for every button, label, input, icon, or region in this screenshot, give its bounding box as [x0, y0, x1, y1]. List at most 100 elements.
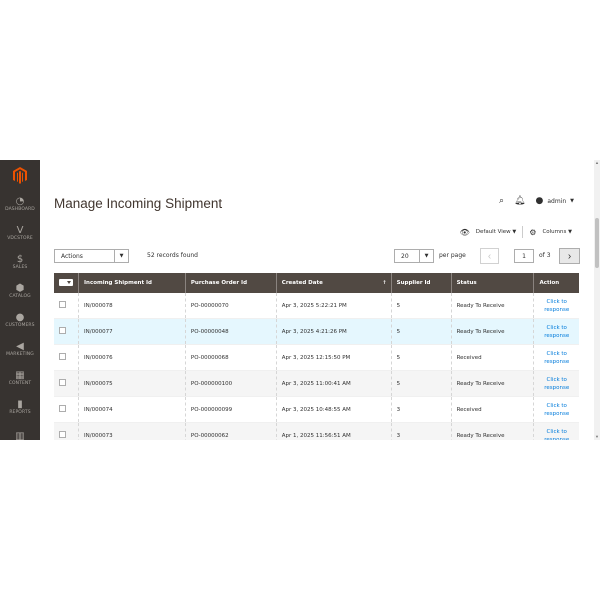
page-title: Manage Incoming Shipment	[54, 196, 223, 211]
cell-status: Received	[450, 344, 534, 371]
cell-supplier-id: 5	[390, 344, 452, 371]
sidebar-item-reports[interactable]: ▮ REPORTS	[0, 393, 40, 422]
actions-select[interactable]: Actions ▼	[54, 249, 129, 263]
cell-status: Received	[450, 396, 534, 423]
sidebar-item-dashboard[interactable]: ◔ DASHBOARD	[0, 190, 40, 219]
column-header-incoming-shipment-id[interactable]: Incoming Shipment Id	[78, 273, 186, 293]
box-icon: ⬢	[15, 283, 25, 294]
sidebar-item-content[interactable]: ▦ CONTENT	[0, 364, 40, 393]
default-view-dropdown[interactable]: Default View ▼	[476, 229, 517, 235]
scrollbar-thumb[interactable]	[595, 218, 599, 268]
records-count: 52 records found	[147, 252, 198, 259]
cell-purchase-order-id: PO-000000099	[184, 396, 277, 423]
cell-shipment-id: IN/000078	[78, 293, 186, 319]
dashboard-icon: ◔	[15, 196, 25, 207]
table-row[interactable]: IN/000075 PO-000000100 Apr 3, 2025 11:00:4…	[54, 370, 579, 397]
shipment-grid: Incoming Shipment Id Purchase Order Id C…	[54, 273, 579, 440]
column-header-status[interactable]: Status	[450, 273, 534, 293]
columns-dropdown[interactable]: Columns ▼	[542, 229, 572, 235]
table-row[interactable]: IN/000078 PO-00000070 Apr 3, 2025 5:22:21 …	[54, 293, 579, 319]
row-checkbox-cell	[54, 293, 79, 319]
eye-icon: 👁︎	[459, 227, 470, 237]
mass-select-checkbox[interactable]	[54, 273, 79, 293]
default-view-label: Default View	[475, 229, 511, 235]
cell-created-date: Apr 3, 2025 10:48:55 AM	[275, 396, 392, 423]
column-header-created-date[interactable]: Created Date ↑	[275, 273, 392, 293]
click-to-response-link[interactable]: Click to response	[533, 293, 579, 319]
magento-logo[interactable]	[0, 160, 40, 190]
user-icon: ●	[15, 312, 25, 323]
chevron-down-icon: ▼	[568, 229, 572, 235]
sidebar-item-marketing[interactable]: ◀ MARKETING	[0, 335, 40, 364]
cell-purchase-order-id: PO-000000100	[184, 370, 277, 397]
actions-label: Actions	[61, 252, 83, 260]
cell-status: Ready To Receive	[450, 370, 534, 397]
cell-purchase-order-id: PO-00000068	[184, 344, 277, 371]
table-row[interactable]: IN/000074 PO-000000099 Apr 3, 2025 10:48:5…	[54, 396, 579, 423]
page-scrollbar[interactable]: ▲ ▼	[594, 160, 600, 440]
click-to-response-link[interactable]: Click to response	[533, 422, 579, 440]
store-icon: ▥	[15, 431, 25, 440]
chevron-down-icon: ▼	[114, 250, 128, 262]
page-total: of 3	[539, 252, 551, 259]
click-to-response-link[interactable]: Click to response	[533, 396, 579, 423]
row-checkbox[interactable]	[59, 327, 66, 334]
cell-created-date: Apr 3, 2025 5:22:21 PM	[275, 293, 392, 319]
row-checkbox-cell	[54, 422, 79, 440]
sort-arrow-icon: ↑	[382, 280, 387, 286]
click-to-response-link[interactable]: Click to response	[533, 344, 579, 371]
bell-icon[interactable]: 🔔︎	[514, 196, 525, 206]
previous-page-button[interactable]: ‹	[480, 248, 499, 264]
row-checkbox-cell	[54, 370, 79, 397]
sidebar-item-label: CONTENT	[8, 381, 32, 386]
next-page-button[interactable]: ›	[559, 248, 580, 264]
divider	[522, 226, 524, 238]
columns-label: Columns	[542, 229, 567, 235]
chevron-down-icon: ▼	[570, 198, 574, 204]
cell-supplier-id: 5	[390, 370, 452, 397]
column-header-supplier-id[interactable]: Supplier Id	[390, 273, 452, 293]
grid-header-row: Incoming Shipment Id Purchase Order Id C…	[54, 273, 579, 293]
sidebar-item-label: DASHBOARD	[5, 207, 35, 212]
row-checkbox[interactable]	[59, 431, 66, 438]
click-to-response-link[interactable]: Click to response	[533, 370, 579, 397]
cell-supplier-id: 3	[390, 422, 452, 440]
sidebar-item-sales[interactable]: $ SALES	[0, 248, 40, 277]
user-menu[interactable]: ● admin ▼	[535, 196, 574, 206]
view-controls: 👁︎ Default View ▼ ⚙ Columns ▼	[460, 226, 572, 238]
admin-app: ◔ DASHBOARD V VDCSTORE $ SALES ⬢ CATALOG ● CUSTOM…	[0, 160, 600, 440]
sidebar: ◔ DASHBOARD V VDCSTORE $ SALES ⬢ CATALOG ● CUSTOM…	[0, 160, 40, 440]
cell-created-date: Apr 1, 2025 11:56:51 AM	[275, 422, 392, 440]
page-input[interactable]: 1	[514, 249, 534, 263]
sidebar-item-catalog[interactable]: ⬢ CATALOG	[0, 277, 40, 306]
per-page-value: 20	[401, 252, 409, 260]
search-icon[interactable]: ⌕	[499, 196, 504, 206]
column-header-purchase-order-id[interactable]: Purchase Order Id	[184, 273, 277, 293]
click-to-response-link[interactable]: Click to response	[533, 318, 579, 345]
row-checkbox[interactable]	[59, 405, 66, 412]
user-name: admin	[547, 197, 567, 205]
column-header-action: Action	[533, 273, 579, 293]
row-checkbox[interactable]	[59, 379, 66, 386]
cell-purchase-order-id: PO-00000062	[184, 422, 277, 440]
cell-status: Ready To Receive	[450, 318, 534, 345]
sidebar-item-customers[interactable]: ● CUSTOMERS	[0, 306, 40, 335]
per-page-select[interactable]: 20 ▼	[394, 249, 434, 263]
chevron-right-icon: ›	[567, 250, 572, 262]
table-row[interactable]: IN/000076 PO-00000068 Apr 3, 2025 12:15:50…	[54, 344, 579, 371]
content-icon: ▦	[15, 370, 25, 381]
row-checkbox[interactable]	[59, 301, 66, 308]
table-row[interactable]: IN/000077 PO-00000048 Apr 3, 2025 4:21:26 …	[54, 318, 579, 345]
sidebar-item-vdcstore[interactable]: V VDCSTORE	[0, 219, 40, 248]
column-header-label: Created Date	[281, 280, 323, 286]
sidebar-item-label: CUSTOMERS	[5, 323, 35, 328]
cell-shipment-id: IN/000077	[78, 318, 186, 345]
scroll-up-icon[interactable]: ▲	[594, 160, 600, 166]
scroll-down-icon[interactable]: ▼	[594, 434, 600, 440]
sidebar-item-stores[interactable]: ▥	[0, 422, 40, 440]
chevron-down-icon: ▼	[419, 250, 433, 262]
megaphone-icon: ◀	[16, 341, 24, 352]
table-row[interactable]: IN/000073 PO-00000062 Apr 1, 2025 11:56:51…	[54, 422, 579, 440]
row-checkbox[interactable]	[59, 353, 66, 360]
cell-supplier-id: 3	[390, 396, 452, 423]
